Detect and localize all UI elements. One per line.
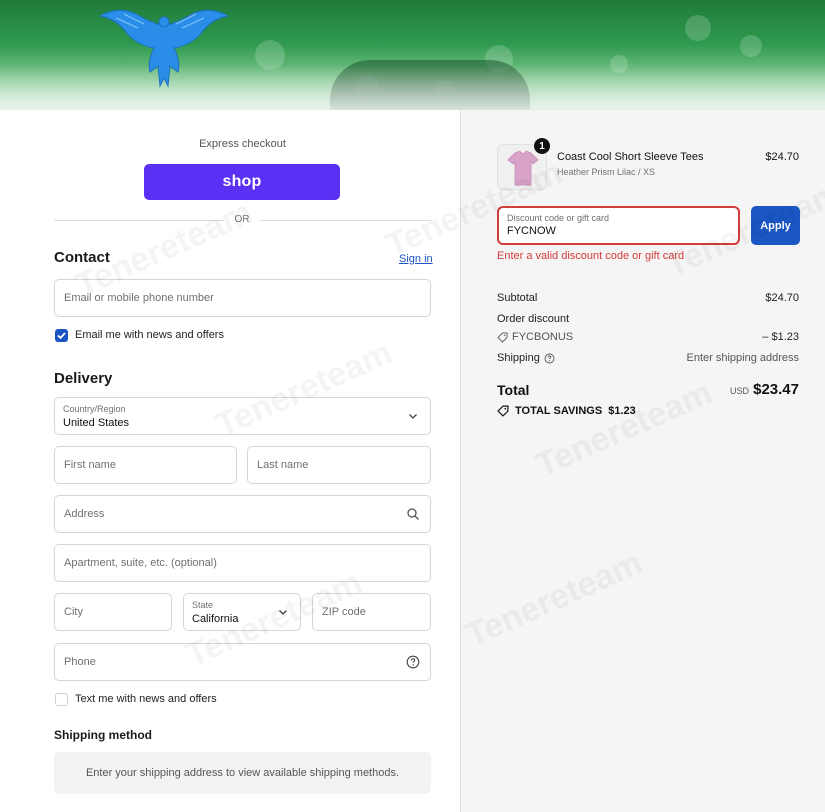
- zip-field[interactable]: ZIP code: [312, 593, 431, 631]
- chevron-down-icon: [409, 414, 417, 419]
- help-circle-icon[interactable]: [544, 353, 555, 364]
- discount-error: Enter a valid discount code or gift card: [497, 250, 685, 262]
- country-select[interactable]: Country/Region United States: [54, 397, 431, 435]
- product-variant: Heather Prism Lilac / XS: [557, 167, 656, 177]
- subtotal-label: Subtotal: [497, 292, 538, 304]
- country-label: Country/Region: [63, 404, 126, 414]
- delivery-heading: Delivery: [54, 370, 113, 387]
- eagle-logo-icon[interactable]: [98, 6, 230, 88]
- search-icon: [407, 508, 419, 520]
- contact-heading: Contact: [54, 249, 110, 266]
- checkmark-icon: [57, 332, 66, 340]
- product-name: Coast Cool Short Sleeve Tees: [557, 151, 704, 163]
- shipping-method-message: Enter your shipping address to view avai…: [54, 752, 431, 794]
- shop-pay-button[interactable]: shop: [144, 164, 340, 200]
- sms-optin-checkbox[interactable]: [55, 693, 68, 706]
- city-placeholder: City: [64, 606, 83, 618]
- discount-value: FYCNOW: [507, 225, 556, 237]
- currency-code: USD: [729, 386, 749, 396]
- discount-code-name: FYCBONUS: [512, 331, 574, 343]
- discount-code-field[interactable]: Discount code or gift card FYCNOW: [497, 206, 740, 245]
- sign-in-link[interactable]: Sign in: [399, 253, 433, 265]
- phone-placeholder: Phone: [64, 656, 96, 668]
- shipping-method-heading: Shipping method: [54, 728, 152, 742]
- last-name-placeholder: Last name: [257, 459, 309, 471]
- discount-code-row: FYCBONUS: [497, 331, 573, 343]
- help-circle-icon[interactable]: [406, 655, 420, 669]
- first-name-field[interactable]: First name: [54, 446, 237, 484]
- order-discount-label: Order discount: [497, 313, 570, 325]
- apartment-placeholder: Apartment, suite, etc. (optional): [64, 557, 217, 569]
- discount-label: Discount code or gift card: [507, 213, 610, 223]
- savings-label: TOTAL SAVINGS: [515, 405, 603, 417]
- state-label: State: [192, 600, 214, 610]
- email-placeholder: Email or mobile phone number: [64, 292, 214, 304]
- country-value: United States: [63, 417, 130, 429]
- total-label: Total: [497, 382, 530, 398]
- product-price: $24.70: [765, 151, 799, 163]
- total-amount: $23.47: [753, 381, 799, 398]
- tag-icon: [497, 332, 508, 343]
- shipping-label: Shipping: [497, 352, 540, 364]
- phone-field[interactable]: Phone: [54, 643, 431, 681]
- address-placeholder: Address: [64, 508, 105, 520]
- or-separator: OR: [226, 214, 258, 225]
- subtotal-value: $24.70: [765, 292, 799, 304]
- sms-optin-label: Text me with news and offers: [75, 693, 217, 705]
- email-field[interactable]: Email or mobile phone number: [54, 279, 431, 317]
- discount-amount: – $1.23: [762, 331, 799, 343]
- tag-icon: [497, 405, 509, 417]
- total-savings: TOTAL SAVINGS $1.23: [497, 405, 636, 417]
- order-summary: 1 Coast Cool Short Sleeve Tees Heather P…: [460, 110, 825, 812]
- city-field[interactable]: City: [54, 593, 172, 631]
- last-name-field[interactable]: Last name: [247, 446, 431, 484]
- quantity-badge: 1: [534, 138, 550, 154]
- first-name-placeholder: First name: [64, 459, 116, 471]
- shipping-row: Shipping: [497, 352, 555, 364]
- email-optin-label: Email me with news and offers: [75, 329, 224, 341]
- shipping-value: Enter shipping address: [686, 352, 799, 364]
- state-value: California: [192, 613, 239, 625]
- address-field[interactable]: Address: [54, 495, 431, 533]
- apply-discount-button[interactable]: Apply: [751, 206, 800, 245]
- divider-right: [260, 220, 431, 221]
- zip-placeholder: ZIP code: [322, 606, 366, 618]
- savings-value: $1.23: [608, 405, 636, 417]
- express-checkout-title: Express checkout: [199, 138, 286, 150]
- apartment-field[interactable]: Apartment, suite, etc. (optional): [54, 544, 431, 582]
- checkout-form: Express checkout shop OR Contact Sign in…: [0, 110, 460, 812]
- email-optin-checkbox[interactable]: [55, 329, 68, 342]
- state-select[interactable]: State California: [183, 593, 301, 631]
- divider-left: [54, 220, 224, 221]
- chevron-down-icon: [279, 610, 287, 615]
